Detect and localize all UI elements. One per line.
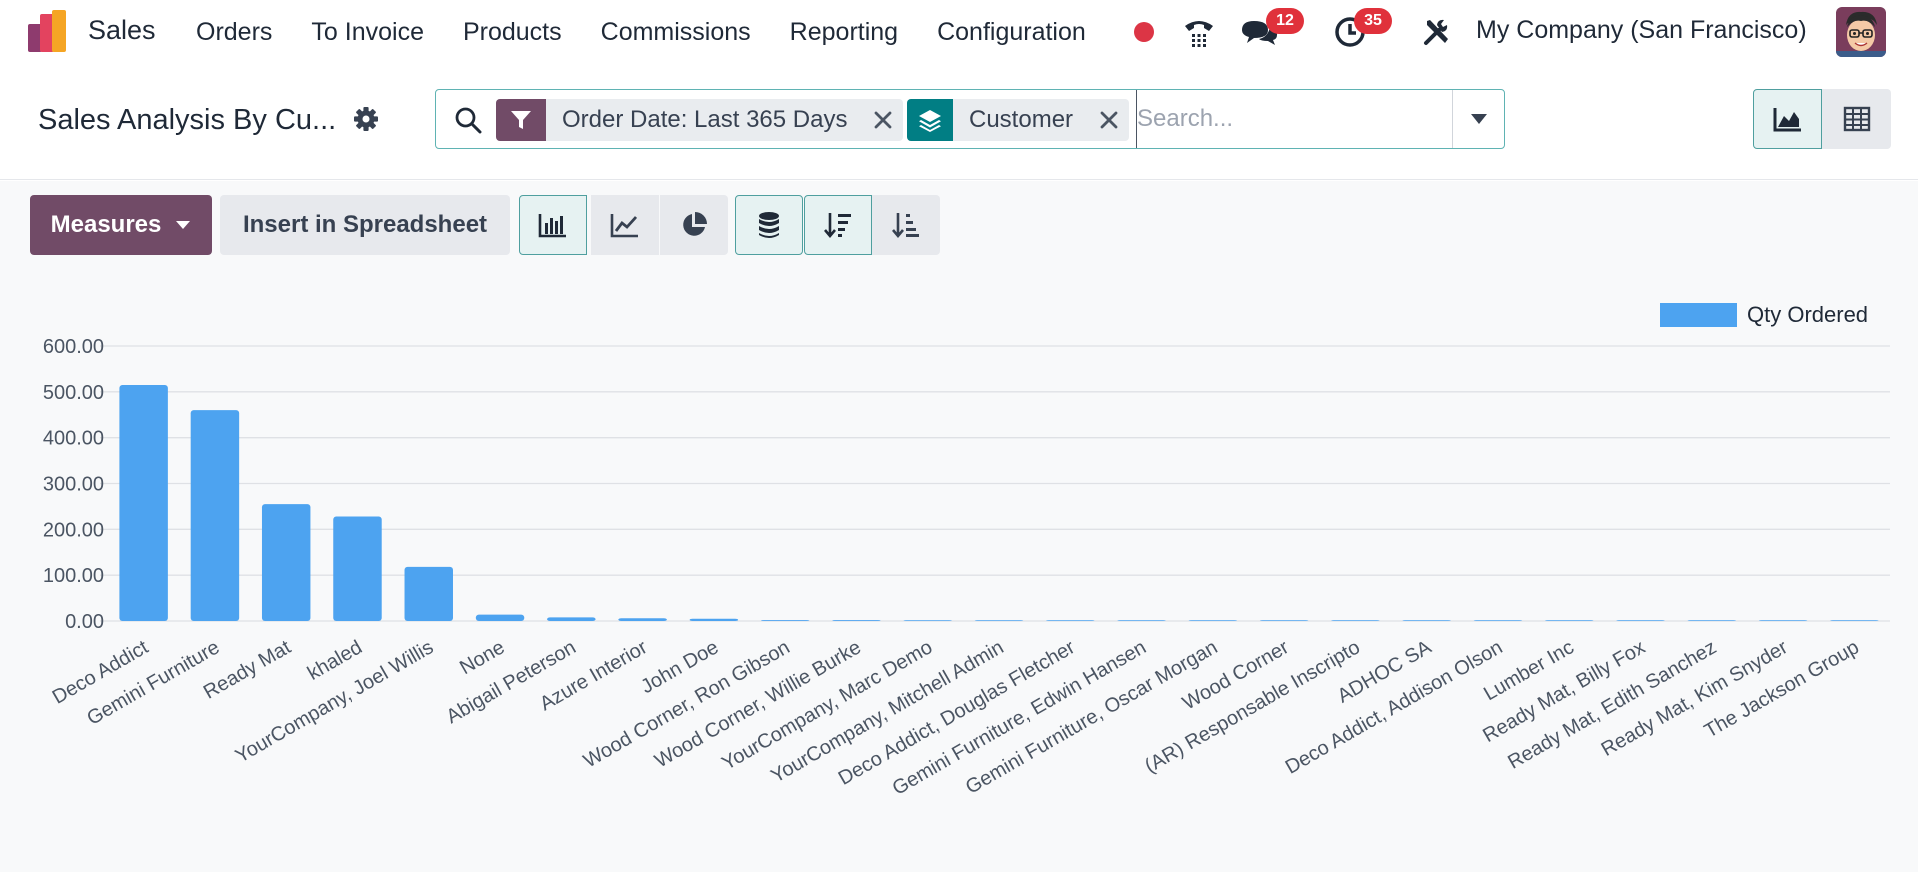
activities-badge: 35 (1354, 8, 1392, 34)
facet-remove-icon[interactable] (1089, 99, 1129, 141)
menu-to-invoice[interactable]: To Invoice (311, 18, 424, 47)
y-tick-label: 100.00 (43, 565, 104, 587)
main-menu: Orders To Invoice Products Commissions R… (196, 0, 1125, 64)
bar[interactable] (190, 410, 240, 621)
bar[interactable] (1687, 620, 1737, 621)
bar[interactable] (689, 618, 739, 621)
bar[interactable] (1331, 620, 1380, 621)
bar[interactable] (333, 516, 382, 622)
bar[interactable] (1117, 620, 1166, 621)
bar[interactable] (1046, 620, 1095, 621)
search-icon[interactable] (454, 106, 482, 134)
bar[interactable] (903, 620, 952, 621)
search-input[interactable] (1136, 90, 1436, 148)
control-panel: Sales Analysis By Cu... Order Date: Last… (0, 64, 1918, 180)
app-name[interactable]: Sales (88, 15, 156, 46)
layers-icon (907, 99, 953, 141)
phone-icon[interactable] (1180, 0, 1218, 64)
y-tick-label: 0.00 (65, 611, 104, 633)
page-title: Sales Analysis By Cu... (38, 104, 337, 136)
bar[interactable] (1188, 620, 1238, 621)
search-panel: Order Date: Last 365 Days Customer (435, 89, 1505, 149)
bar[interactable] (760, 620, 810, 621)
bar[interactable] (404, 566, 453, 621)
facet-label: Customer (969, 106, 1074, 133)
y-tick-label: 500.00 (43, 382, 104, 404)
facet-label: Order Date: Last 365 Days (562, 106, 848, 133)
menu-configuration[interactable]: Configuration (937, 18, 1086, 47)
bar[interactable] (1473, 620, 1523, 621)
company-switcher[interactable]: My Company (San Francisco) (1476, 16, 1807, 45)
legend-label[interactable]: Qty Ordered (1747, 302, 1868, 327)
bar[interactable] (1259, 620, 1309, 621)
record-status-icon[interactable] (1132, 0, 1156, 64)
bar[interactable] (832, 620, 881, 621)
y-tick-label: 400.00 (43, 428, 104, 450)
view-graph-button[interactable] (1753, 89, 1822, 149)
search-options-toggle[interactable] (1452, 90, 1504, 148)
bar[interactable] (1402, 620, 1451, 621)
table-grid-icon (1843, 106, 1870, 132)
facet-order-date: Order Date: Last 365 Days (496, 99, 904, 141)
bar-chart: 0.00 100.00 200.00 300.00 400.00 500.00 600.00… (43, 302, 1890, 800)
facet-customer-groupby: Customer (907, 99, 1130, 141)
facet-remove-icon[interactable] (863, 99, 903, 141)
tools-icon[interactable] (1420, 0, 1454, 64)
bar[interactable] (475, 614, 525, 621)
gear-icon[interactable] (353, 106, 379, 132)
messages-badge: 12 (1266, 8, 1304, 34)
menu-reporting[interactable]: Reporting (790, 18, 898, 47)
y-tick-label: 300.00 (43, 474, 104, 496)
bar[interactable] (618, 618, 667, 621)
main-navbar: Sales Orders To Invoice Products Commiss… (0, 0, 1918, 64)
y-tick-label: 200.00 (43, 519, 104, 541)
bar[interactable] (547, 617, 596, 621)
bar[interactable] (1830, 620, 1879, 621)
view-pivot-button[interactable] (1822, 89, 1891, 149)
area-chart-icon (1773, 108, 1801, 132)
bar[interactable] (1545, 620, 1594, 621)
legend-swatch[interactable] (1660, 303, 1737, 327)
main-content: Measures Insert in Spreadsheet 0.00 100.… (0, 181, 1918, 872)
menu-commissions[interactable]: Commissions (601, 18, 751, 47)
caret-down-icon (1470, 114, 1487, 124)
sales-app-logo-icon[interactable] (26, 10, 70, 54)
bar[interactable] (261, 504, 311, 621)
bar[interactable] (974, 620, 1024, 621)
bar[interactable] (119, 384, 168, 621)
menu-products[interactable]: Products (463, 18, 562, 47)
y-tick-label: 600.00 (43, 336, 104, 358)
bar[interactable] (1616, 620, 1665, 621)
filter-icon (496, 99, 546, 141)
bar[interactable] (1758, 620, 1808, 621)
user-avatar[interactable] (1836, 7, 1886, 57)
x-tick-label: None (456, 636, 508, 679)
menu-orders[interactable]: Orders (196, 18, 272, 47)
